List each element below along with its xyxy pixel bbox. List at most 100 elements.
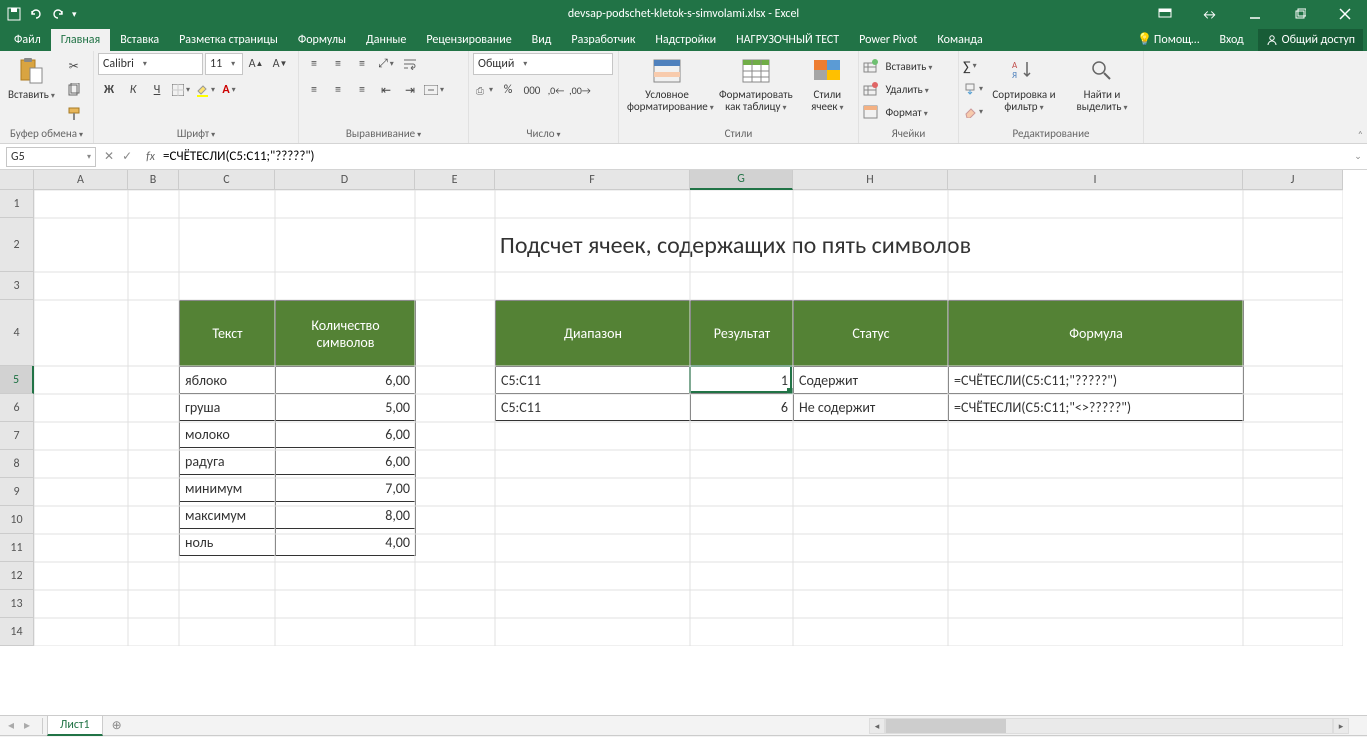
table2-cell[interactable]: =СЧЁТЕСЛИ(C5:C11;"?????")	[949, 367, 1244, 394]
decrease-indent-icon[interactable]: ⇤	[375, 79, 397, 101]
save-icon[interactable]	[6, 6, 22, 22]
merge-icon[interactable]	[423, 79, 445, 101]
tab-данные[interactable]: Данные	[356, 29, 416, 51]
row-header-13[interactable]: 13	[0, 590, 34, 618]
tab-главная[interactable]: Главная	[51, 29, 110, 51]
increase-decimal-icon[interactable]: ,0←	[545, 79, 567, 101]
row-header-8[interactable]: 8	[0, 450, 34, 478]
name-box[interactable]: G5▾	[6, 147, 96, 167]
align-left-icon[interactable]: ≡	[303, 79, 325, 101]
tab-разметка-страницы[interactable]: Разметка страницы	[169, 29, 288, 51]
table1-cell[interactable]: 6,00	[276, 367, 416, 394]
tab-надстройки[interactable]: Надстройки	[645, 29, 726, 51]
fx-icon[interactable]: fx	[146, 150, 155, 164]
number-format-dropdown[interactable]: Общий▾	[473, 53, 613, 75]
tab-команда[interactable]: Команда	[927, 29, 992, 51]
tab-формулы[interactable]: Формулы	[288, 29, 356, 51]
table1-cell[interactable]: максимум	[180, 502, 276, 529]
row-header-5[interactable]: 5	[0, 366, 34, 394]
table1-cell[interactable]: 4,00	[276, 529, 416, 556]
tab-вставка[interactable]: Вставка	[110, 29, 169, 51]
row-header-11[interactable]: 11	[0, 534, 34, 562]
italic-button[interactable]: К	[122, 79, 144, 101]
select-all-corner[interactable]	[0, 170, 34, 190]
comma-icon[interactable]: 000	[521, 79, 543, 101]
tab-разработчик[interactable]: Разработчик	[561, 29, 645, 51]
horizontal-scrollbar[interactable]	[885, 718, 1333, 734]
tab-file[interactable]: Файл	[4, 29, 51, 51]
col-header-I[interactable]: I	[948, 170, 1243, 190]
format-cells-button[interactable]: Формат	[863, 101, 932, 123]
align-center-icon[interactable]: ≡	[327, 79, 349, 101]
align-bottom-icon[interactable]: ≡	[351, 53, 373, 75]
undo-icon[interactable]	[28, 6, 44, 22]
row-header-1[interactable]: 1	[0, 190, 34, 218]
cancel-formula-icon[interactable]: ✕	[104, 149, 114, 164]
sheet-nav-prev-icon[interactable]: ▸	[20, 718, 34, 733]
table2-cell[interactable]: 1	[691, 367, 794, 394]
autosum-button[interactable]: ∑▾	[963, 55, 983, 77]
increase-font-icon[interactable]: A▲	[245, 53, 267, 75]
row-header-7[interactable]: 7	[0, 422, 34, 450]
orientation-icon[interactable]: ⤢	[375, 53, 397, 75]
col-header-J[interactable]: J	[1243, 170, 1343, 190]
table1-cell[interactable]: 6,00	[276, 448, 416, 475]
wrap-text-icon[interactable]	[399, 53, 421, 75]
decrease-decimal-icon[interactable]: ,00→	[569, 79, 591, 101]
table2-cell[interactable]: Содержит	[794, 367, 949, 394]
table2-cell[interactable]: C5:C11	[496, 367, 691, 394]
currency-icon[interactable]: ⎙	[473, 79, 495, 101]
font-size-dropdown[interactable]: 11▾	[205, 53, 243, 75]
col-header-E[interactable]: E	[415, 170, 495, 190]
hscroll-right-icon[interactable]: ▸	[1333, 718, 1349, 734]
table1-cell[interactable]: ноль	[180, 529, 276, 556]
font-color-icon[interactable]: A	[218, 79, 240, 101]
table1-cell[interactable]: молоко	[180, 421, 276, 448]
tab-нагрузочный-тест[interactable]: НАГРУЗОЧНЫЙ ТЕСТ	[726, 29, 849, 51]
row-header-2[interactable]: 2	[0, 218, 34, 272]
align-top-icon[interactable]: ≡	[303, 53, 325, 75]
col-header-G[interactable]: G	[690, 170, 793, 190]
restore-button[interactable]	[1277, 0, 1322, 28]
align-middle-icon[interactable]: ≡	[327, 53, 349, 75]
close-button[interactable]	[1322, 0, 1367, 28]
row-header-3[interactable]: 3	[0, 272, 34, 300]
clear-button[interactable]: ▾	[963, 101, 983, 123]
tab-вид[interactable]: Вид	[522, 29, 562, 51]
cell-styles-button[interactable]: Стили ячеек	[801, 53, 854, 116]
new-sheet-button[interactable]: ⊕	[107, 716, 127, 736]
table2-cell[interactable]: Не содержит	[794, 394, 949, 421]
col-header-H[interactable]: H	[793, 170, 948, 190]
tab-рецензирование[interactable]: Рецензирование	[416, 29, 521, 51]
col-header-B[interactable]: B	[128, 170, 179, 190]
row-header-10[interactable]: 10	[0, 506, 34, 534]
format-painter-icon[interactable]	[63, 103, 85, 125]
minimize-button[interactable]	[1232, 0, 1277, 28]
underline-button[interactable]: Ч	[146, 79, 168, 101]
table1-cell[interactable]: радуга	[180, 448, 276, 475]
cut-icon[interactable]: ✂	[63, 55, 85, 77]
table1-cell[interactable]: груша	[180, 394, 276, 421]
redo-icon[interactable]	[50, 6, 66, 22]
sheet-tab[interactable]: Лист1	[47, 715, 103, 736]
row-header-4[interactable]: 4	[0, 300, 34, 366]
increase-indent-icon[interactable]: ⇥	[399, 79, 421, 101]
fill-color-icon[interactable]	[194, 79, 216, 101]
sort-filter-button[interactable]: AЯ Сортировка и фильтр	[987, 53, 1061, 116]
row-header-12[interactable]: 12	[0, 562, 34, 590]
collapse-ribbon-icon[interactable]: ˄	[1358, 128, 1363, 141]
table1-cell[interactable]: яблоко	[180, 367, 276, 394]
formula-input[interactable]	[163, 147, 1349, 167]
table2-cell[interactable]: C5:C11	[496, 394, 691, 421]
table1-cell[interactable]: 6,00	[276, 421, 416, 448]
col-header-C[interactable]: C	[179, 170, 275, 190]
align-right-icon[interactable]: ≡	[351, 79, 373, 101]
hscroll-left-icon[interactable]: ◂	[869, 718, 885, 734]
table1-cell[interactable]: 7,00	[276, 475, 416, 502]
row-header-9[interactable]: 9	[0, 478, 34, 506]
tell-me[interactable]: 💡Помощ…	[1131, 28, 1205, 51]
percent-icon[interactable]: %	[497, 79, 519, 101]
confirm-formula-icon[interactable]: ✓	[122, 149, 132, 164]
qat-more-icon[interactable]: ▾	[72, 9, 77, 20]
conditional-formatting-button[interactable]: Условное форматирование	[623, 53, 711, 116]
